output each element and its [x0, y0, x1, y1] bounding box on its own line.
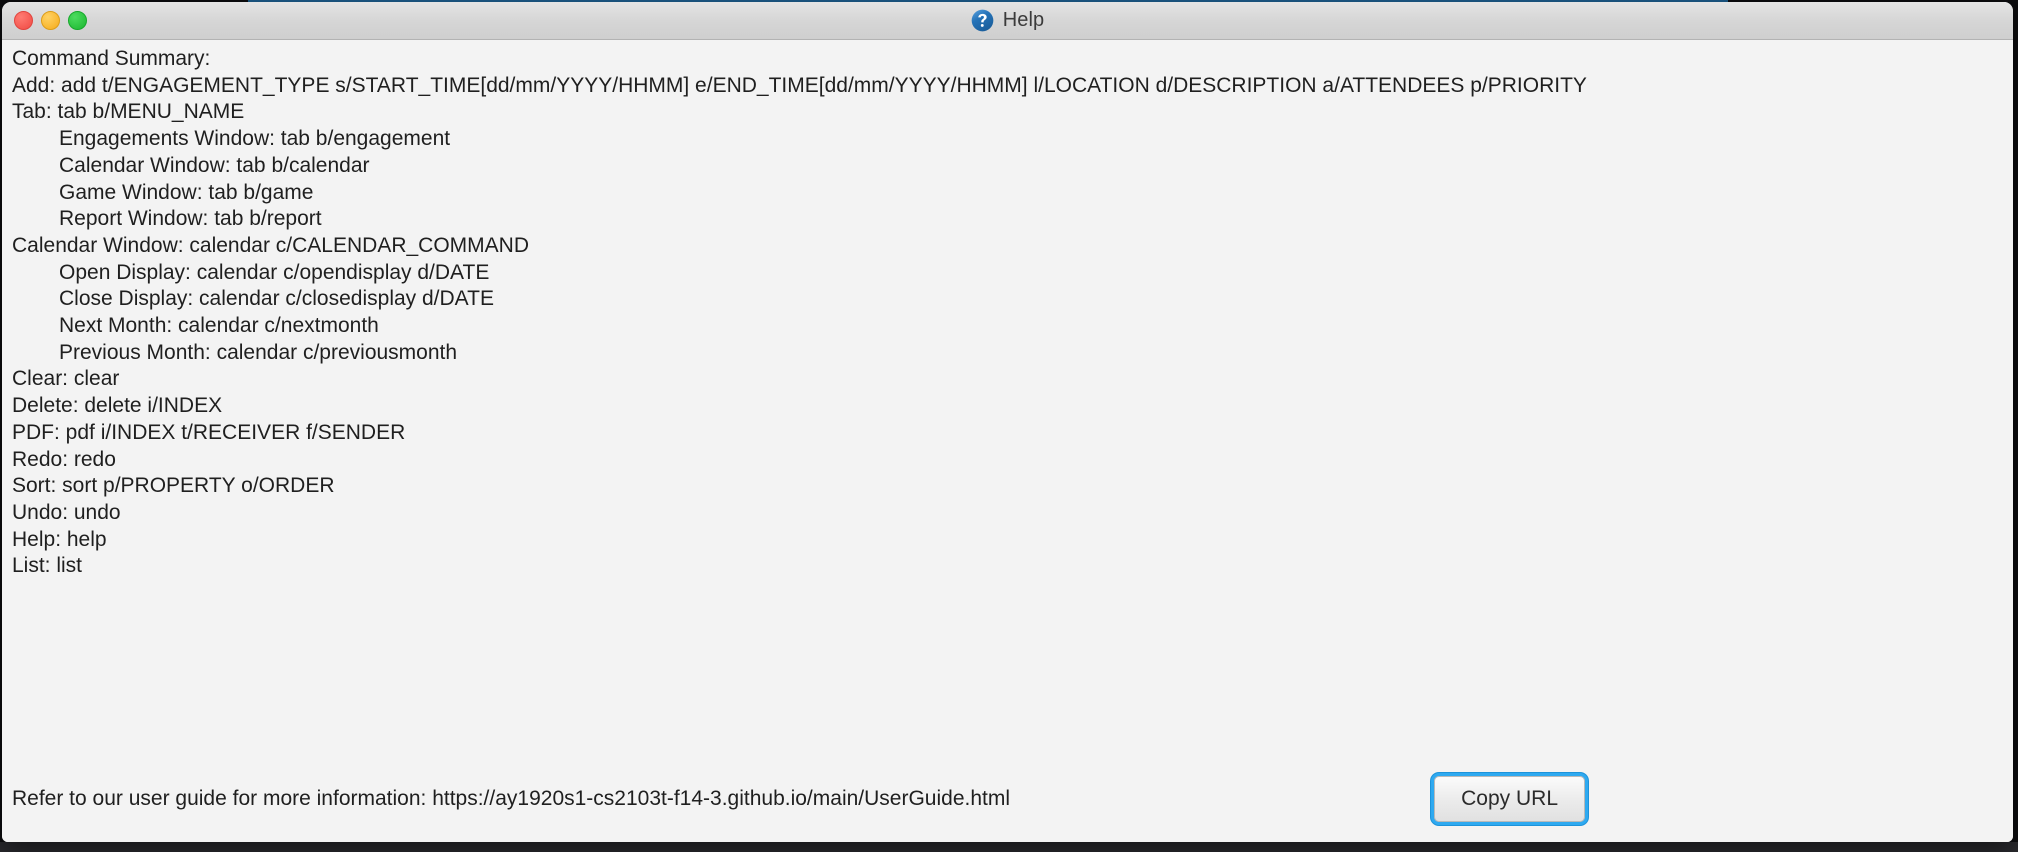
command-line: Game Window: tab b/game [59, 180, 314, 204]
minimize-button[interactable] [41, 11, 60, 30]
command-line: Add: add t/ENGAGEMENT_TYPE s/START_TIME[… [12, 73, 1587, 97]
help-footer: Refer to our user guide for more informa… [2, 756, 2013, 842]
command-line: Next Month: calendar c/nextmonth [59, 314, 379, 338]
command-line: Previous Month: calendar c/previousmonth [59, 340, 458, 364]
command-line: Calendar Window: calendar c/CALENDAR_COM… [12, 233, 530, 257]
command-line: Sort: sort p/PROPERTY o/ORDER [12, 474, 335, 498]
user-guide-text: Refer to our user guide for more informa… [12, 787, 1011, 810]
command-line: List: list [12, 554, 83, 578]
maximize-button[interactable] [68, 11, 87, 30]
command-summary-list: Command Summary: Add: add t/ENGAGEMENT_TY… [2, 46, 2013, 580]
command-line: Undo: undo [12, 500, 121, 524]
command-line: Help: help [12, 527, 107, 551]
close-button[interactable] [14, 11, 33, 30]
copy-url-button[interactable]: Copy URL [1434, 776, 1585, 822]
command-line: Engagements Window: tab b/engagement [59, 127, 451, 151]
dock-strip [0, 842, 2018, 852]
command-line: Close Display: calendar c/closedisplay d… [59, 287, 494, 311]
command-line: Delete: delete i/INDEX [12, 394, 223, 418]
help-content-area: Command Summary: Add: add t/ENGAGEMENT_TY… [2, 40, 2013, 842]
traffic-light-controls [14, 2, 87, 39]
command-line: Redo: redo [12, 447, 116, 471]
window-title-group: Help [971, 9, 1045, 32]
command-line: Clear: clear [12, 367, 120, 391]
help-window: Help Command Summary: Add: add t/ENGAGEME… [2, 2, 2013, 842]
command-line: Tab: tab b/MENU_NAME [12, 100, 245, 124]
command-line: Calendar Window: tab b/calendar [59, 153, 370, 177]
help-question-icon [971, 9, 994, 32]
command-line: Report Window: tab b/report [59, 207, 322, 231]
command-line: Command Summary: [12, 47, 211, 70]
command-line: PDF: pdf i/INDEX t/RECEIVER f/SENDER [12, 420, 406, 444]
window-title: Help [1002, 9, 1045, 31]
command-line: Open Display: calendar c/opendisplay d/D… [59, 260, 490, 284]
window-titlebar[interactable]: Help [2, 2, 2013, 40]
